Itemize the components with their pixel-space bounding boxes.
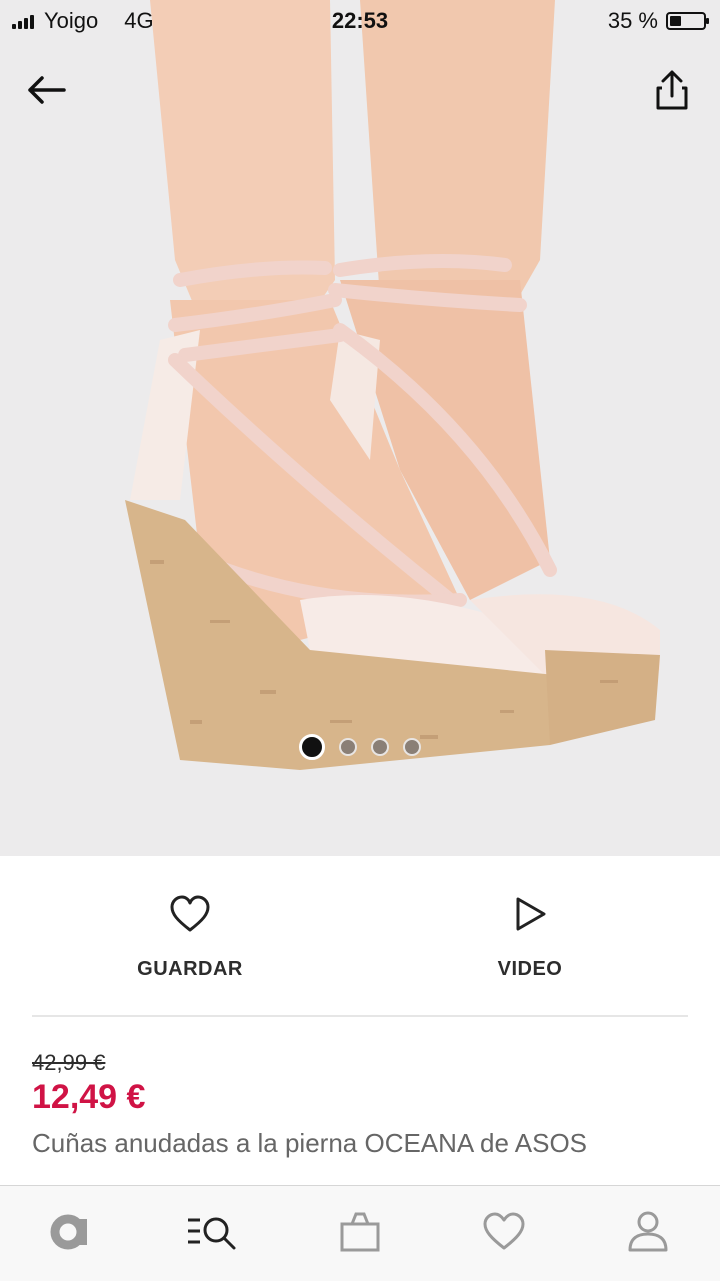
battery-icon xyxy=(666,12,709,30)
back-button[interactable] xyxy=(22,66,70,114)
account-icon xyxy=(628,1211,668,1252)
play-icon xyxy=(516,897,546,931)
original-price: 42,99 € xyxy=(32,1050,106,1075)
tab-bag[interactable] xyxy=(330,1206,390,1266)
carousel-dot[interactable] xyxy=(403,738,421,756)
share-icon xyxy=(656,70,688,110)
tab-saved[interactable] xyxy=(474,1206,534,1266)
bag-icon xyxy=(340,1212,380,1252)
battery-percent: 35 % xyxy=(607,8,658,33)
save-label: GUARDAR xyxy=(137,958,243,980)
video-button[interactable]: VIDEO xyxy=(350,856,710,1016)
share-button[interactable] xyxy=(648,66,696,114)
save-button[interactable]: GUARDAR xyxy=(10,856,370,1016)
product-title: Cuñas anudadas a la pierna OCEANA de ASO… xyxy=(32,1128,588,1158)
sale-price: 12,49 € xyxy=(32,1078,146,1116)
product-photo xyxy=(0,0,720,856)
search-menu-icon xyxy=(188,1217,236,1250)
heart-icon xyxy=(170,895,210,932)
carousel-dot[interactable] xyxy=(339,738,357,756)
status-bar: Yoigo 4G 22:53 35 % xyxy=(0,0,720,40)
divider xyxy=(32,1015,688,1017)
saved-heart-icon xyxy=(483,1212,525,1250)
carousel-dot[interactable] xyxy=(299,734,325,760)
video-label: VIDEO xyxy=(497,958,563,980)
action-bar: GUARDAR VIDEO xyxy=(0,856,720,1016)
carousel-dot[interactable] xyxy=(371,738,389,756)
product-image[interactable] xyxy=(0,0,720,856)
carousel-indicator xyxy=(0,734,720,760)
tab-home[interactable] xyxy=(42,1206,102,1266)
tab-search[interactable] xyxy=(184,1206,244,1266)
home-logo-icon xyxy=(50,1214,87,1250)
bottom-navigation xyxy=(0,1185,720,1281)
tab-account[interactable] xyxy=(618,1206,678,1266)
arrow-left-icon xyxy=(28,76,66,104)
